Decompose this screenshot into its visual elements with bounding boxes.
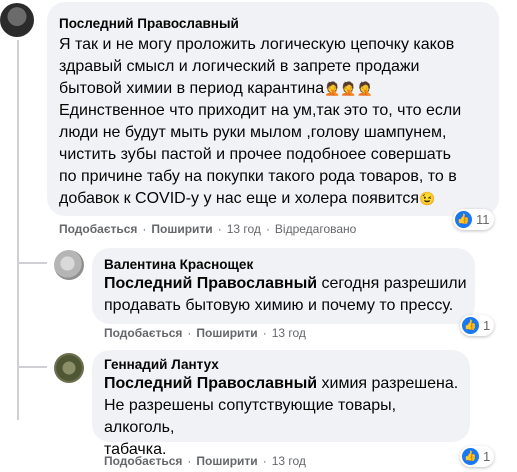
comment-line-text: химия разрешена. [317, 375, 459, 392]
separator: · [217, 222, 222, 236]
comment-line: чистить зубы пастой и прочее подобноее с… [59, 146, 451, 163]
share-button[interactable]: Поширити [196, 454, 257, 468]
comment-actions: Подобається · Поширити · 13 год [104, 326, 306, 340]
reaction-count-badge[interactable]: 👍 1 [460, 446, 495, 467]
wink-emoji-icon: 😉 [419, 191, 436, 206]
separator: · [265, 222, 270, 236]
avatar[interactable] [54, 353, 84, 383]
facepalm-emoji-icon: 🤦🤦🤦 [324, 81, 373, 96]
comment-line: бытовой химии в период карантина🤦🤦🤦 [59, 78, 499, 100]
comment-line: по причине табу на покупки такого рода т… [59, 168, 457, 185]
thumbs-up-icon: 👍 [462, 448, 479, 465]
separator: · [262, 326, 267, 340]
like-button[interactable]: Подобається [59, 222, 137, 236]
comment-line: Единственное что приходит на ум,так это … [59, 102, 462, 119]
comment-line: продавать бытовую химию и почему то прес… [104, 297, 454, 314]
avatar[interactable] [0, 3, 34, 37]
reaction-count: 1 [483, 449, 491, 464]
comment-actions: Подобається · Поширити · 13 год [104, 454, 306, 468]
mention-link[interactable]: Последний Православный [104, 275, 317, 292]
comment-text: Последний Православный сегодня разрешили… [104, 273, 474, 317]
separator: · [142, 222, 147, 236]
thumbs-up-icon: 👍 [462, 317, 479, 334]
mention-link[interactable]: Последний Православный [104, 375, 317, 392]
separator: · [262, 454, 267, 468]
thread-branch [17, 262, 47, 264]
comment-line-text: бытовой химии в период карантина [59, 80, 325, 97]
comment-line: люди не будут мыть руки мылом ,голову ша… [59, 124, 447, 141]
share-button[interactable]: Поширити [151, 222, 212, 236]
comment-line-text: сегодня разрешили [317, 275, 467, 292]
timestamp[interactable]: 13 год [227, 222, 261, 236]
thread-branch [17, 366, 47, 368]
timestamp[interactable]: 13 год [272, 326, 306, 340]
reaction-count: 1 [483, 318, 491, 333]
comment-text: Последний Православный химия разрешена. … [104, 373, 469, 461]
comment-text: Я так и не могу проложить логическую цеп… [59, 34, 499, 210]
reaction-count-badge[interactable]: 👍 1 [460, 315, 495, 336]
comment-author[interactable]: Валентина Краснощек [104, 257, 253, 272]
comment-line: Последний Православный сегодня разрешили [104, 273, 474, 295]
like-button[interactable]: Подобається [104, 454, 182, 468]
avatar[interactable] [54, 250, 84, 280]
thumbs-up-icon: 👍 [455, 211, 472, 228]
edited-label: Відредаговано [274, 222, 357, 236]
reaction-count-badge[interactable]: 👍 11 [453, 209, 494, 230]
timestamp[interactable]: 13 год [272, 454, 306, 468]
comment-author[interactable]: Геннадий Лантух [104, 357, 219, 372]
comment-line: здравый смысл и логический в запрете про… [59, 58, 420, 75]
comment-line: Не разрешены сопутствующие товары, алког… [104, 397, 397, 436]
comment-actions: Подобається · Поширити · 13 год · Відред… [59, 222, 356, 236]
like-button[interactable]: Подобається [104, 326, 182, 340]
thread-line [17, 40, 19, 420]
comment-line: Я так и не могу проложить логическую цеп… [59, 36, 455, 53]
comment-line: Последний Православный химия разрешена. [104, 373, 469, 395]
share-button[interactable]: Поширити [196, 326, 257, 340]
reaction-count: 11 [476, 212, 490, 227]
separator: · [187, 454, 192, 468]
separator: · [187, 326, 192, 340]
comment-line: добавок к COVID-у у нас еще и холера поя… [59, 188, 499, 210]
comment-line-text: добавок к COVID-у у нас еще и холера поя… [59, 190, 420, 207]
comment-author[interactable]: Последний Православный [59, 16, 239, 31]
